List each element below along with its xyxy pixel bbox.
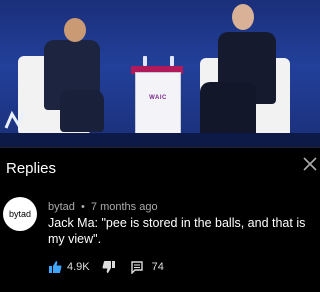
comment-text: Jack Ma: "pee is stored in the balls, an… — [48, 216, 306, 246]
comment-timestamp[interactable]: 7 months ago — [91, 201, 158, 213]
thumbs-down-icon[interactable] — [102, 260, 116, 274]
reply-comment-icon[interactable] — [130, 260, 144, 274]
video-thumbnail[interactable]: WAIC — [0, 0, 320, 147]
left-person-legs — [60, 90, 104, 132]
left-person-head — [64, 18, 86, 42]
cctv-logo-icon — [4, 110, 26, 129]
right-person-head — [232, 4, 254, 30]
thumbs-up-icon[interactable] — [48, 260, 62, 274]
avatar[interactable]: bytad — [3, 197, 37, 231]
comment-meta: bytad • 7 months ago — [48, 201, 158, 213]
comment-actions: 4.9K 74 — [48, 259, 164, 275]
replies-title: Replies — [6, 160, 57, 177]
divider — [0, 147, 320, 148]
author-name[interactable]: bytad — [48, 201, 75, 213]
water-bottle — [143, 56, 147, 66]
avatar-text: bytad — [8, 209, 32, 219]
meta-separator: • — [80, 201, 85, 213]
stage-floor — [0, 133, 320, 147]
like-count: 4.9K — [67, 261, 90, 273]
right-person-legs — [200, 82, 256, 138]
podium-logo: WAIC — [149, 95, 167, 101]
water-bottle — [170, 56, 174, 66]
close-icon[interactable] — [302, 156, 318, 172]
reply-count: 74 — [151, 261, 164, 273]
